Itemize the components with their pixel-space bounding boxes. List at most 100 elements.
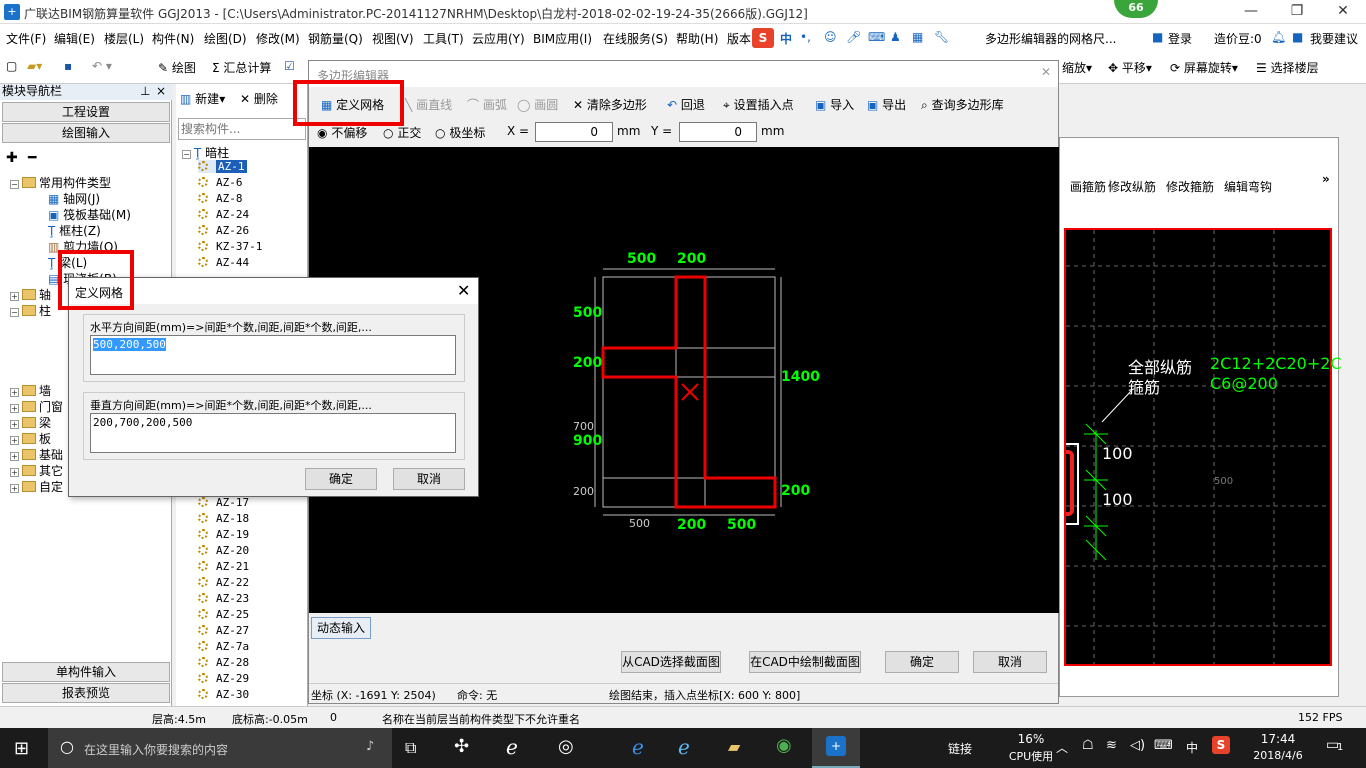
expand-all-icon[interactable]: ✚: [6, 150, 18, 166]
drawing-input-button[interactable]: 绘图输入: [2, 123, 170, 143]
login-link[interactable]: 登录: [1168, 30, 1192, 47]
undo-icon[interactable]: ↶ ▾: [92, 59, 112, 73]
mic-icon[interactable]: ♪: [366, 739, 374, 754]
tab-edit-hook[interactable]: 编辑弯钩: [1224, 178, 1272, 195]
tree-door-window[interactable]: + 门窗: [10, 398, 63, 415]
expand-icon[interactable]: −: [10, 180, 19, 189]
tree-axis[interactable]: + 轴: [10, 286, 51, 303]
list-item[interactable]: AZ-19: [198, 528, 249, 541]
tab-modify-long-bar[interactable]: 修改纵筋: [1108, 178, 1156, 195]
pin-icon[interactable]: ⊥: [140, 84, 150, 99]
dialog-ok-button[interactable]: 确定: [305, 468, 377, 490]
open-folder-icon[interactable]: ▰▾: [27, 59, 42, 73]
tree-column[interactable]: − 柱: [10, 302, 51, 319]
menu-rebar[interactable]: 钢筋量(Q): [308, 30, 363, 47]
x-input[interactable]: 0: [535, 122, 613, 142]
tree-wall[interactable]: + 墙: [10, 382, 51, 399]
component-search-input[interactable]: [178, 118, 306, 140]
taskbar-search-box[interactable]: ○ 在这里输入你要搜索的内容 ♪: [48, 728, 392, 768]
menu-tools[interactable]: 工具(T): [423, 30, 464, 47]
stirrup-value[interactable]: C6@200: [1210, 374, 1278, 393]
ie-icon[interactable]: ℯ: [678, 735, 690, 759]
menu-online[interactable]: 在线服务(S): [603, 30, 668, 47]
list-item[interactable]: AZ-25: [198, 608, 249, 621]
menu-draw[interactable]: 绘图(D): [204, 30, 247, 47]
expand-icon[interactable]: +: [10, 420, 19, 429]
list-item[interactable]: AZ-44: [198, 256, 249, 269]
expand-icon[interactable]: −: [10, 308, 19, 317]
draw-arc-button[interactable]: ⌒ 画弧: [467, 96, 507, 113]
dialog-cancel-button[interactable]: 取消: [393, 468, 465, 490]
tray-app-icon[interactable]: ☖: [1082, 738, 1094, 753]
list-item[interactable]: AZ-7a: [198, 640, 249, 653]
menu-modify[interactable]: 修改(M): [256, 30, 300, 47]
ad-text[interactable]: 多边形编辑器的网格尺...: [985, 30, 1116, 47]
menu-component[interactable]: 构件(N): [152, 30, 194, 47]
draw-circle-button[interactable]: ◯ 画圆: [517, 96, 558, 113]
tree-hidden-column[interactable]: − Ţ 暗柱: [182, 144, 229, 161]
tree-frame-column[interactable]: Ţ 框柱(Z): [48, 222, 101, 239]
taskbar-ggj-app[interactable]: +: [812, 728, 860, 768]
list-item[interactable]: AZ-29: [198, 672, 249, 685]
score-badge[interactable]: 66: [1114, 0, 1158, 18]
menu-file[interactable]: 文件(F): [6, 30, 46, 47]
tree-common-types[interactable]: − 常用构件类型: [10, 174, 111, 191]
expand-icon[interactable]: +: [10, 436, 19, 445]
menu-floor[interactable]: 楼层(L): [104, 30, 144, 47]
menu-edit[interactable]: 编辑(E): [54, 30, 95, 47]
delete-component-button[interactable]: ✕ 删除: [240, 90, 278, 107]
zoom-button[interactable]: 缩放▾: [1062, 59, 1092, 76]
more-icon[interactable]: »: [1322, 172, 1330, 186]
vertical-spacing-input[interactable]: 200,700,200,500: [90, 413, 456, 453]
ime-skin-icon[interactable]: ♟: [890, 30, 901, 44]
list-item[interactable]: AZ-27: [198, 624, 249, 637]
project-settings-button[interactable]: 工程设置: [2, 102, 170, 122]
rebar-canvas[interactable]: 全部纵筋 箍筋 2C12+2C20+2C C6@200 100 100 500: [1064, 228, 1342, 666]
ie-e-icon[interactable]: ℯ: [506, 735, 518, 759]
dynamic-input-tab[interactable]: 动态输入: [311, 617, 371, 639]
menu-bim[interactable]: BIM应用(I): [533, 30, 592, 47]
windows-start-icon[interactable]: ⊞: [14, 738, 29, 759]
menu-version[interactable]: 版本: [727, 30, 751, 47]
list-item[interactable]: AZ-1: [198, 160, 247, 173]
list-item[interactable]: KZ-37-1: [198, 240, 262, 253]
list-item[interactable]: AZ-24: [198, 208, 249, 221]
mode-polar[interactable]: ○ 极坐标: [435, 124, 485, 141]
menu-view[interactable]: 视图(V): [372, 30, 414, 47]
sogou-icon[interactable]: S: [752, 28, 774, 48]
all-long-bars-value[interactable]: 2C12+2C20+2C: [1210, 354, 1342, 373]
undo-button[interactable]: ↶ 回退: [667, 96, 705, 113]
set-insert-point-button[interactable]: ⌖ 设置插入点: [723, 96, 794, 113]
export-button[interactable]: ▣ 导出: [867, 96, 906, 113]
ime-settings-icon[interactable]: 🔧︎: [934, 30, 949, 44]
poly-close-icon[interactable]: ✕: [1041, 65, 1051, 79]
restore-button[interactable]: ❐: [1274, 0, 1320, 24]
report-preview-button[interactable]: 报表预览: [2, 683, 170, 703]
new-file-icon[interactable]: ▢: [6, 59, 17, 73]
ime-zh-icon[interactable]: 中: [780, 30, 792, 47]
tray-chevron-icon[interactable]: ︿: [1056, 739, 1068, 756]
tab-modify-stirrup[interactable]: 修改箍筋: [1166, 178, 1214, 195]
ime-toolbox-icon[interactable]: ▦: [912, 30, 923, 44]
dialog-close-icon[interactable]: ✕: [457, 281, 470, 300]
list-item[interactable]: AZ-23: [198, 592, 249, 605]
expand-icon[interactable]: +: [10, 404, 19, 413]
select-floor-button[interactable]: ☰ 选择楼层: [1256, 59, 1319, 76]
tab-draw-stirrup[interactable]: 画箍筋: [1070, 178, 1106, 195]
draw-button[interactable]: ✎ 绘图: [158, 59, 196, 76]
ime-punct-icon[interactable]: •,: [800, 30, 811, 44]
expand-icon[interactable]: +: [10, 292, 19, 301]
tree-custom[interactable]: + 自定: [10, 478, 63, 495]
y-input[interactable]: 0: [679, 122, 757, 142]
ime-keyboard-icon[interactable]: ⌨: [868, 30, 885, 44]
poly-cancel-button[interactable]: 取消: [973, 651, 1047, 673]
list-item[interactable]: AZ-8: [198, 192, 243, 205]
cloud-check-icon[interactable]: ☑: [284, 59, 295, 73]
bell-icon[interactable]: 🔔︎: [1271, 30, 1286, 44]
link-toolbar[interactable]: 链接: [948, 740, 972, 757]
draw-line-button[interactable]: ╲ 画直线: [405, 96, 452, 113]
clock-time[interactable]: 17:44: [1250, 732, 1306, 746]
save-icon[interactable]: ▪: [64, 59, 72, 73]
query-polygon-library-button[interactable]: ⌕ 查询多边形库: [921, 96, 1004, 113]
tree-raft[interactable]: ▣ 筏板基础(M): [48, 206, 131, 223]
